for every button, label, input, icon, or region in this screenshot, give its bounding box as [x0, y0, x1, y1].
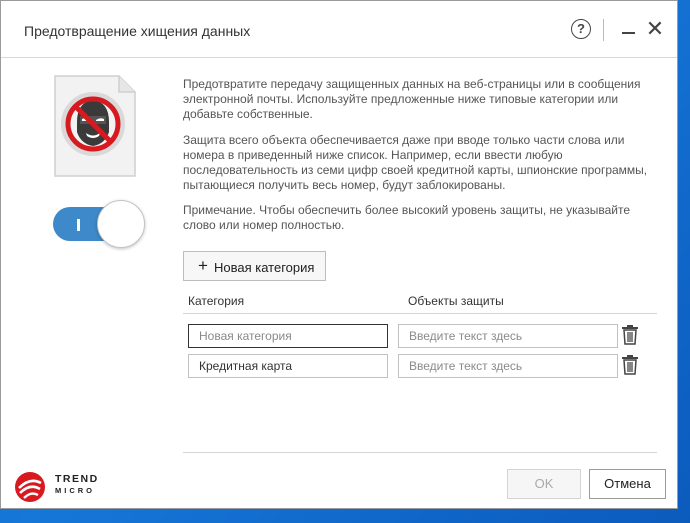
protected-object-input-2[interactable]: [398, 354, 618, 378]
plus-icon: +: [198, 256, 208, 275]
window-title: Предотвращение хищения данных: [24, 23, 251, 39]
trash-icon[interactable]: [621, 355, 639, 375]
footer-divider: [183, 452, 657, 453]
title-separator: [603, 19, 604, 41]
trash-icon[interactable]: [621, 325, 639, 345]
description-note: Примечание. Чтобы обеспечить более высок…: [183, 203, 630, 232]
toggle-knob[interactable]: [97, 200, 145, 248]
data-theft-icon: [54, 75, 136, 177]
add-category-label: Новая категория: [214, 260, 315, 275]
category-input-credit-card[interactable]: [188, 354, 388, 378]
table-header: Категория Объекты защиты: [183, 291, 657, 314]
protected-object-input-1[interactable]: [398, 324, 618, 348]
minimize-icon[interactable]: [617, 16, 641, 40]
category-input-new[interactable]: [188, 324, 388, 348]
add-category-button[interactable]: + Новая категория: [183, 251, 326, 281]
column-header-category: Категория: [188, 294, 245, 308]
title-bar: Предотвращение хищения данных ? ✕: [1, 1, 677, 58]
protection-toggle[interactable]: [53, 200, 145, 248]
description-paragraph-2: Защита всего объекта обеспечивается даже…: [183, 133, 648, 192]
trend-micro-logo: TREND MICRO: [14, 471, 114, 502]
cancel-button[interactable]: Отмена: [589, 469, 666, 499]
trend-micro-logo-icon: [15, 472, 45, 502]
help-icon[interactable]: ?: [571, 19, 591, 39]
column-header-objects: Объекты защиты: [408, 294, 504, 308]
ok-button[interactable]: OK: [507, 469, 581, 499]
toggle-on-indicator: [77, 219, 80, 231]
description-paragraph-1: Предотвратите передачу защищенных данных…: [183, 77, 641, 121]
logo-text-trend: TREND: [55, 473, 99, 485]
logo-text-micro: MICRO: [55, 486, 95, 495]
dialog-window: Предотвращение хищения данных ? ✕ Предот…: [0, 0, 678, 509]
close-icon[interactable]: ✕: [643, 16, 667, 41]
